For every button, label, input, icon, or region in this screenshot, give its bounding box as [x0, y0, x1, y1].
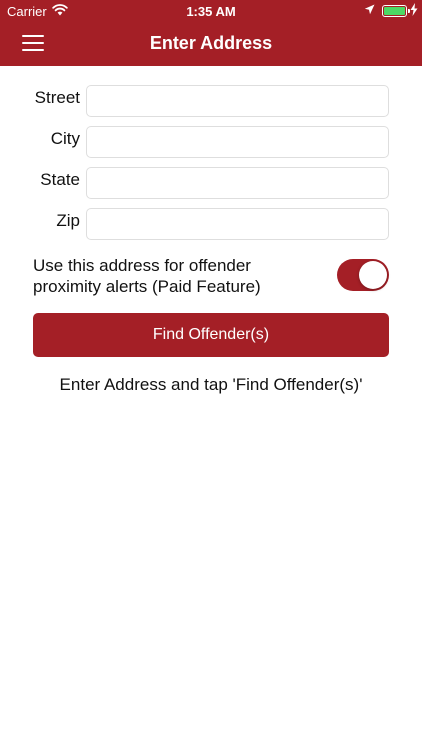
zip-label: Zip [56, 211, 80, 230]
state-label: State [40, 170, 80, 189]
proximity-alerts-label: Use this address for offender proximity … [33, 255, 323, 297]
battery-icon [382, 5, 410, 17]
proximity-alerts-toggle[interactable] [337, 259, 389, 291]
menu-icon[interactable] [22, 35, 44, 53]
proximity-alerts-label-line2: proximity alerts (Paid Feature) [33, 277, 261, 296]
page-title: Enter Address [149, 33, 273, 53]
battery-fill [384, 7, 405, 15]
carrier-label: Carrier [7, 4, 47, 19]
state-input[interactable] [86, 167, 389, 199]
status-bar: Carrier 1:35 AM [0, 0, 422, 22]
city-input[interactable] [86, 126, 389, 158]
menu-line [22, 35, 44, 37]
navigation-bar: Enter Address [0, 22, 422, 66]
zip-input[interactable] [86, 208, 389, 240]
toggle-knob [359, 261, 387, 289]
street-row: Street [0, 85, 422, 117]
location-arrow-icon [364, 4, 375, 15]
top-bar: Carrier 1:35 AM Enter Address [0, 0, 422, 66]
city-label: City [50, 129, 80, 148]
state-row: State [0, 167, 422, 199]
city-row: City [0, 126, 422, 158]
street-input[interactable] [86, 85, 389, 117]
wifi-icon [52, 4, 68, 16]
menu-line [22, 49, 44, 51]
instructions-text: Enter Address and tap 'Find Offender(s)' [59, 375, 363, 394]
zip-row: Zip [0, 208, 422, 240]
proximity-alerts-label-line1: Use this address for offender [33, 256, 251, 275]
menu-line [22, 42, 44, 44]
find-offenders-button[interactable]: Find Offender(s) [33, 313, 389, 357]
street-label: Street [34, 88, 80, 107]
charging-bolt-icon [410, 3, 418, 16]
